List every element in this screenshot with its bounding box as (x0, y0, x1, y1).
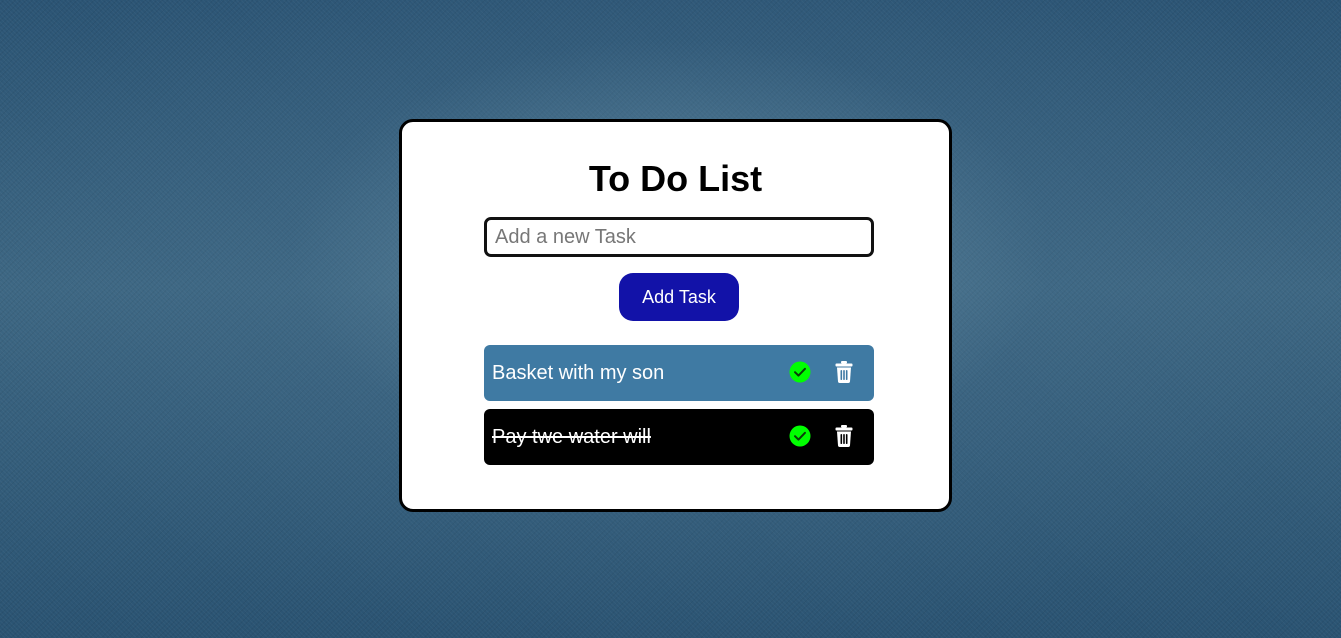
complete-task-button[interactable] (789, 425, 811, 447)
delete-task-button[interactable] (834, 360, 854, 384)
task-item: Pay twe water will (484, 409, 874, 465)
task-list: Basket with my son Pay twe water will (484, 345, 874, 473)
page-title: To Do List (588, 158, 763, 199)
delete-task-button[interactable] (834, 424, 854, 448)
check-circle-icon (789, 361, 811, 383)
trash-icon (835, 361, 853, 383)
new-task-input[interactable] (484, 217, 874, 257)
complete-task-button[interactable] (789, 361, 811, 383)
task-item: Basket with my son (484, 345, 874, 401)
check-circle-icon (789, 425, 811, 447)
add-task-button[interactable]: Add Task (619, 273, 739, 321)
task-text: Basket with my son (492, 362, 665, 384)
task-text: Pay twe water will (492, 426, 651, 448)
todo-card: To Do List Add Task Basket with my son (399, 119, 952, 512)
trash-icon (835, 425, 853, 447)
